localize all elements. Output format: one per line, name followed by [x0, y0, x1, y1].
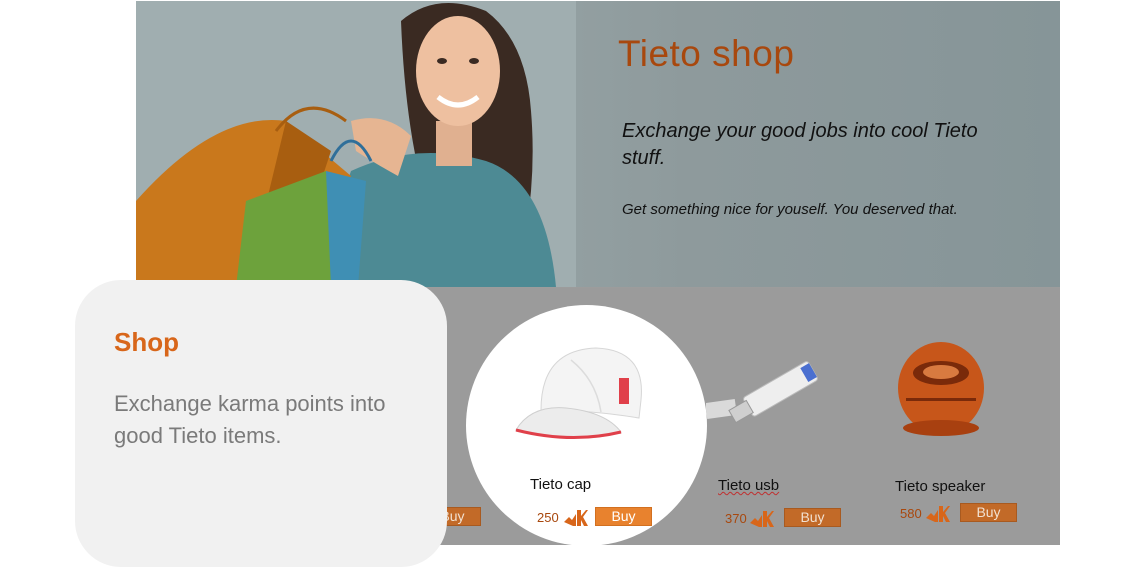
product-price-speaker: 580	[900, 506, 922, 521]
karma-icon	[564, 510, 588, 526]
hero-tagline: Exchange your good jobs into cool Tieto …	[622, 120, 978, 169]
speaker-icon	[898, 342, 984, 436]
buy-button-usb[interactable]: Buy	[784, 508, 841, 527]
hero-subtitle: Get something nice for youself. You dese…	[622, 201, 958, 218]
karma-icon	[926, 506, 950, 522]
product-name-usb: Tieto usb	[718, 477, 780, 494]
product-price-cap: 250	[537, 510, 559, 525]
hero-banner: Tieto shop Exchange your good jobs into …	[136, 1, 1060, 287]
buy-button-cap[interactable]: Buy	[595, 507, 652, 526]
karma-icon	[750, 511, 774, 527]
callout-card: Shop Exchange karma points into good Tie…	[75, 280, 447, 567]
usb-icon	[706, 361, 818, 424]
shop-title: Tieto shop	[618, 33, 795, 74]
shopper-photo	[136, 1, 576, 287]
product-price-usb: 370	[725, 511, 747, 526]
buy-button-speaker[interactable]: Buy	[960, 503, 1017, 522]
product-name-speaker: Tieto speaker	[895, 478, 986, 495]
product-name-cap: Tieto cap	[530, 476, 592, 493]
callout-text: Exchange karma points into good Tieto it…	[114, 391, 386, 448]
product-spotlight: Tieto cap 250 Buy	[466, 305, 707, 546]
cap-icon	[515, 347, 642, 440]
callout-title: Shop	[114, 327, 179, 357]
